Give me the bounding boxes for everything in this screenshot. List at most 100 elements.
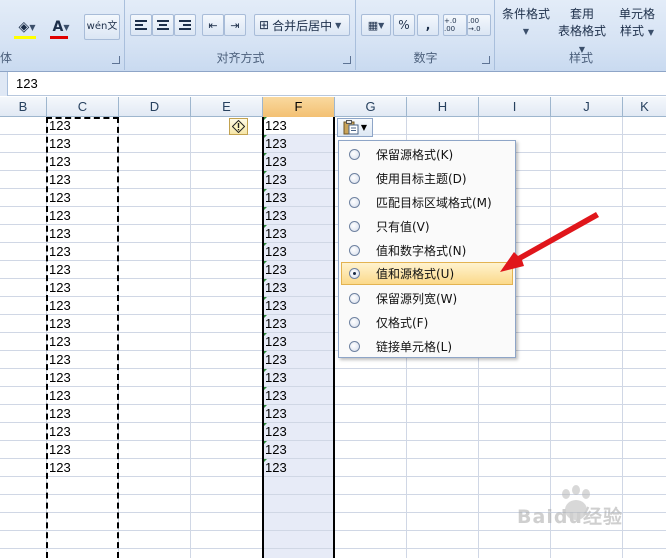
align-right-button[interactable]	[174, 14, 196, 36]
menu-item-label: 保留源格式(K)	[376, 148, 454, 162]
fill-color-button[interactable]: ◈ ▼	[12, 16, 42, 38]
menu-item-label: 链接单元格(L)	[376, 340, 453, 354]
font-color-swatch	[50, 36, 68, 39]
column-header-c[interactable]: C	[47, 97, 119, 117]
column-header-e[interactable]: E	[191, 97, 263, 117]
align-center-icon	[157, 18, 169, 32]
radio-icon	[349, 341, 360, 352]
decrease-decimal-label: .00 →.0	[468, 17, 481, 33]
paste-option-values-number-format[interactable]: 值和数字格式(N)	[341, 239, 513, 261]
paste-option-values-source-format[interactable]: 值和源格式(U)	[341, 262, 513, 285]
align-center-button[interactable]	[152, 14, 174, 36]
red-annotation-arrow-icon	[500, 212, 599, 272]
fill-color-swatch	[14, 36, 36, 39]
watermark-text: Baidu经验	[517, 506, 623, 528]
increase-indent-icon: ⇥	[230, 18, 240, 32]
cell-style-label-2: 样式	[620, 24, 645, 38]
merge-center-icon: ⊞	[259, 18, 270, 32]
radio-icon	[349, 317, 360, 328]
copy-marquee	[46, 117, 119, 558]
column-header-k[interactable]: K	[623, 97, 666, 117]
percent-button[interactable]: %	[393, 14, 415, 36]
font-group-label: 体	[0, 51, 13, 65]
column-header-row: B C D E F G H I J K	[0, 97, 666, 117]
dropdown-arrow-icon: ▼	[647, 28, 654, 37]
increase-decimal-button[interactable]: +.0 .00	[443, 14, 467, 36]
comma-label: ,	[425, 18, 431, 32]
alignment-dialog-launcher[interactable]	[343, 56, 351, 64]
menu-item-label: 仅格式(F)	[376, 316, 429, 330]
comma-button[interactable]: ,	[417, 14, 439, 36]
fill-color-icon: ◈	[18, 19, 30, 35]
align-right-icon	[179, 18, 191, 32]
column-header-d[interactable]: D	[119, 97, 191, 117]
conditional-format-button[interactable]: 条件格式 ▼	[498, 6, 554, 40]
font-color-button[interactable]: A ▼	[46, 16, 76, 38]
paste-option-format-only[interactable]: 仅格式(F)	[341, 311, 513, 333]
table-format-label-1: 套用	[569, 7, 594, 21]
paste-options-menu: 保留源格式(K) 使用目标主题(D) 匹配目标区域格式(M) 只有值(V) 值和…	[338, 140, 516, 358]
column-header-i[interactable]: I	[479, 97, 551, 117]
table-format-label-2: 表格格式	[557, 24, 606, 38]
font-dialog-launcher[interactable]	[112, 56, 120, 64]
align-left-button[interactable]	[130, 14, 152, 36]
align-left-icon	[135, 18, 147, 32]
alignment-group-label: 对齐方式	[216, 51, 265, 65]
increase-decimal-label: +.0 .00	[444, 17, 457, 33]
paste-option-values-only[interactable]: 只有值(V)	[341, 215, 513, 237]
menu-item-label: 匹配目标区域格式(M)	[376, 196, 492, 210]
dropdown-arrow-icon: ▼	[63, 22, 70, 32]
paste-option-link-cells[interactable]: 链接单元格(L)	[341, 335, 513, 357]
styles-group: 条件格式 ▼ 套用 表格格式 ▼ 单元格 样式 ▼ 样式	[496, 0, 666, 70]
number-group: ▦ ▼ % , +.0 .00 .00 →.0 数字	[357, 0, 495, 70]
number-dialog-launcher[interactable]	[482, 56, 490, 64]
paste-option-keep-source-format[interactable]: 保留源格式(K)	[341, 143, 513, 165]
dropdown-arrow-icon: ▼	[335, 20, 342, 30]
selection-border	[262, 117, 335, 558]
merge-center-label: 合并后居中	[272, 18, 333, 33]
increase-indent-button[interactable]: ⇥	[224, 14, 246, 36]
column-header-h[interactable]: H	[407, 97, 479, 117]
menu-item-label: 使用目标主题(D)	[376, 172, 467, 186]
error-smart-tag[interactable]	[229, 118, 248, 135]
column-header-g[interactable]: G	[335, 97, 407, 117]
menu-item-label: 只有值(V)	[376, 220, 430, 234]
paste-option-match-target-format[interactable]: 匹配目标区域格式(M)	[341, 191, 513, 213]
phonetic-button[interactable]: wén文	[84, 14, 120, 40]
menu-item-label: 值和源格式(U)	[376, 267, 455, 281]
menu-item-label: 保留源列宽(W)	[376, 292, 458, 306]
font-group: ◈ ▼ A ▼ wén文 体	[0, 0, 125, 70]
formula-bar-edge	[0, 72, 8, 96]
dropdown-arrow-icon: ▼	[360, 123, 368, 132]
formula-input[interactable]: 123	[16, 76, 38, 91]
conditional-format-label: 条件格式	[501, 7, 550, 21]
phonetic-label: wén文	[86, 21, 118, 32]
radio-icon	[349, 221, 360, 232]
radio-icon	[349, 197, 360, 208]
gridline-vertical	[190, 117, 191, 558]
paste-options-button[interactable]: ▼	[337, 118, 373, 137]
column-header-f[interactable]: F	[263, 97, 335, 117]
number-group-label: 数字	[413, 51, 438, 65]
menu-item-label: 值和数字格式(N)	[376, 244, 467, 258]
radio-icon	[349, 245, 360, 256]
styles-group-label: 样式	[568, 51, 593, 65]
decrease-indent-icon: ⇤	[208, 18, 218, 32]
baidu-watermark: Baidu经验	[508, 484, 632, 528]
paste-option-use-target-theme[interactable]: 使用目标主题(D)	[341, 167, 513, 189]
merge-center-button[interactable]: ⊞ 合并后居中 ▼	[254, 14, 350, 36]
cell-style-button[interactable]: 单元格 样式 ▼	[612, 6, 662, 41]
radio-icon	[349, 173, 360, 184]
font-color-icon: A	[52, 19, 64, 35]
dropdown-arrow-icon: ▼	[522, 27, 530, 36]
column-header-b[interactable]: B	[0, 97, 47, 117]
alignment-group: ⇤ ⇥ ⊞ 合并后居中 ▼ 对齐方式	[126, 0, 356, 70]
percent-label: %	[398, 18, 410, 32]
currency-format-button[interactable]: ▦ ▼	[361, 14, 391, 36]
decrease-decimal-button[interactable]: .00 →.0	[467, 14, 491, 36]
column-header-j[interactable]: J	[551, 97, 623, 117]
dropdown-arrow-icon: ▼	[378, 20, 385, 30]
ribbon: ◈ ▼ A ▼ wén文 体 ⇤ ⇥ ⊞ 合并后居中 ▼ 对齐方式 ▦ ▼ % …	[0, 0, 666, 72]
paste-option-keep-source-width[interactable]: 保留源列宽(W)	[341, 287, 513, 309]
decrease-indent-button[interactable]: ⇤	[202, 14, 224, 36]
